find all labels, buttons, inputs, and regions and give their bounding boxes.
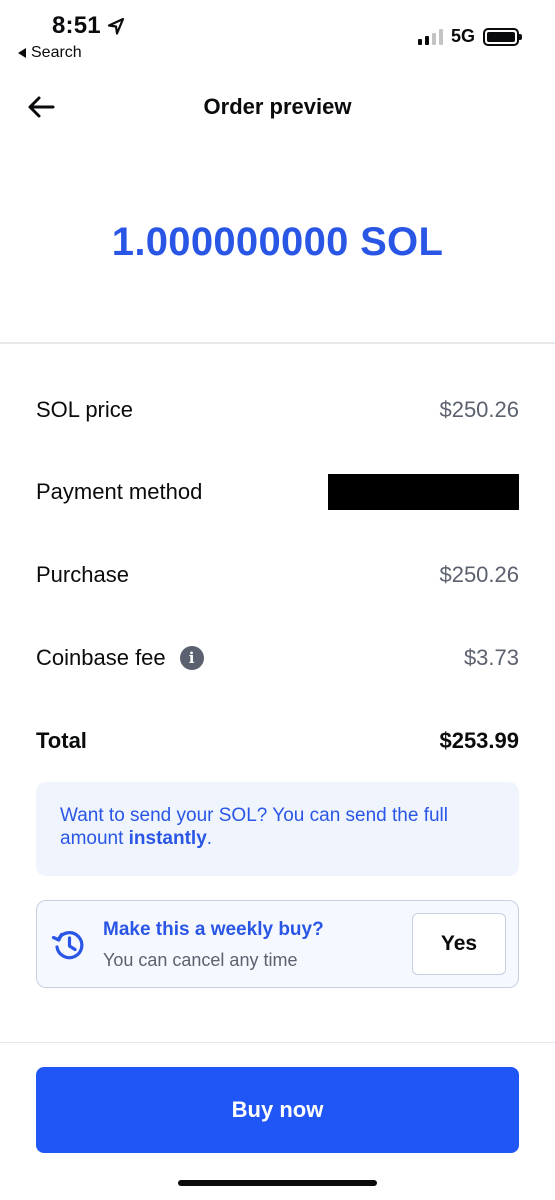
buy-now-button[interactable]: Buy now [36,1067,519,1153]
row-label: Total [36,728,87,753]
row-value: $250.26 [439,562,519,587]
status-time: 8:51 [52,12,125,40]
row-purchase: Purchase $250.26 [36,555,519,595]
send-info-banner[interactable]: Want to send your SOL? You can send the … [36,782,519,876]
banner-text-end: . [206,828,213,849]
redacted-payment-method [328,474,519,510]
row-value: $3.73 [463,645,519,670]
back-triangle-icon [18,48,26,58]
row-total: Total $253.99 [36,721,519,761]
cellular-signal-icon [417,28,443,45]
row-label: Payment method [36,479,203,504]
status-back-to-search[interactable]: Search [18,44,82,62]
battery-level [487,31,515,42]
status-indicators: 5G [417,26,522,47]
network-type: 5G [450,26,475,46]
status-back-label: Search [31,44,82,61]
order-amount: 1.000000000 SOL [111,220,444,264]
row-label: SOL price [36,397,134,422]
weekly-buy-subtitle: You can cancel any time [103,950,298,970]
location-arrow-icon [107,17,124,35]
page-title: Order preview [203,94,352,119]
row-value: $253.99 [439,728,519,753]
home-indicator[interactable] [178,1180,377,1186]
banner-text: Want to send your SOL? You can send the … [60,805,448,849]
row-label-group: Coinbase fee i [36,645,204,671]
weekly-buy-title: Make this a weekly buy? [103,919,324,940]
divider [0,342,555,344]
history-icon [51,931,84,960]
clock-text: 8:51 [52,12,101,39]
banner-bold-text: instantly [128,828,207,849]
row-payment-method[interactable]: Payment method [36,472,519,512]
row-value: $250.26 [439,397,519,422]
row-coinbase-fee: Coinbase fee i $3.73 [36,638,519,678]
weekly-buy-card: Make this a weekly buy? You can cancel a… [36,900,519,988]
row-sol-price: SOL price $250.26 [36,390,519,430]
info-icon[interactable]: i [179,646,204,670]
footer-separator [0,1042,555,1043]
row-label: Purchase [36,562,129,587]
weekly-buy-yes-button[interactable]: Yes [412,913,506,975]
row-label: Coinbase fee [36,645,166,670]
battery-icon [483,27,522,46]
